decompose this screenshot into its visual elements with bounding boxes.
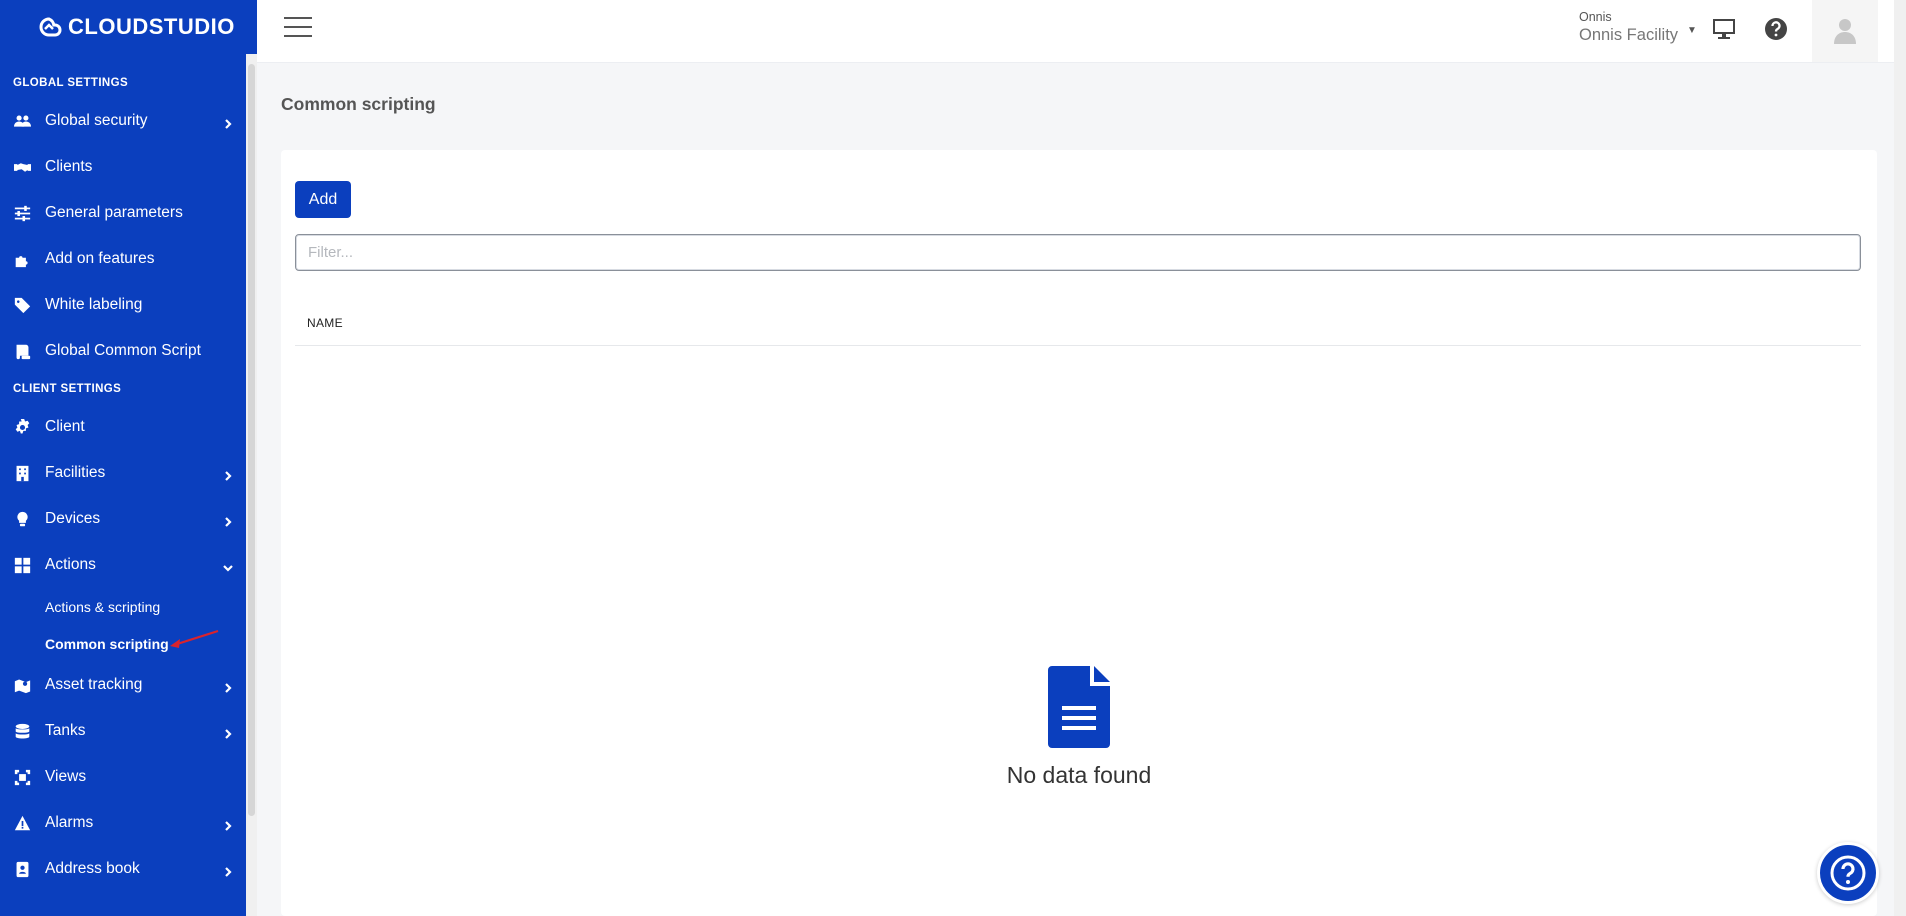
sidebar-item-asset-tracking[interactable]: Asset tracking	[0, 662, 257, 708]
sidebar-item-label: General parameters	[45, 204, 183, 221]
sidebar-item-devices[interactable]: Devices	[0, 496, 257, 542]
map-icon	[12, 675, 32, 695]
client-settings-title: CLIENT SETTINGS	[13, 383, 122, 395]
brand-logo[interactable]: CLOUDSTUDIO	[0, 0, 257, 54]
chevron-right-icon	[223, 514, 233, 527]
sidebar-item-tanks[interactable]: Tanks	[0, 708, 257, 754]
global-settings-title: GLOBAL SETTINGS	[13, 77, 129, 89]
handshake-icon	[12, 157, 32, 177]
filter-input[interactable]	[295, 234, 1861, 271]
chevron-right-icon	[223, 726, 233, 739]
sidebar-item-label: Global Common Script	[45, 342, 201, 359]
sidebar-item-label: Devices	[45, 510, 101, 527]
brand-name: CLOUDSTUDIO	[68, 14, 235, 39]
monitor-icon[interactable]	[1711, 16, 1737, 42]
empty-state: No data found	[281, 666, 1877, 789]
document-icon	[1048, 666, 1110, 748]
organization-selector[interactable]: Onnis Onnis Facility ▼	[1579, 10, 1697, 45]
sidebar-subitem-label: Actions & scripting	[45, 598, 161, 615]
sidebar-item-label: Tanks	[45, 722, 86, 739]
chevron-down-icon	[223, 560, 233, 572]
sidebar-item-clients[interactable]: Clients	[0, 144, 257, 190]
question-icon	[1830, 855, 1866, 891]
sidebar-item-global-common-script[interactable]: Global Common Script	[0, 328, 257, 374]
red-arrow-icon	[170, 629, 219, 648]
content-card: Add NAME No data found	[281, 150, 1877, 916]
sidebar-item-label: White labeling	[45, 296, 143, 313]
user-icon	[1834, 19, 1856, 44]
chevron-right-icon	[223, 818, 233, 831]
org-client-name: Onnis	[1579, 10, 1612, 24]
sidebar-item-label: Add on features	[45, 250, 155, 267]
chevron-right-icon	[223, 864, 233, 877]
sidebar-scrollbar[interactable]	[248, 64, 255, 816]
topbar: Onnis Onnis Facility ▼	[257, 0, 1906, 63]
chevron-right-icon	[223, 468, 233, 481]
cloud-logo-icon	[39, 17, 62, 37]
sidebar-item-add-on-features[interactable]: Add on features	[0, 236, 257, 282]
sidebar-item-label: Client	[45, 418, 85, 435]
sidebar-item-label: Alarms	[45, 814, 94, 831]
users-icon	[12, 111, 32, 131]
sidebar-item-address-book[interactable]: Address book	[0, 846, 257, 892]
sidebar-item-label: Asset tracking	[45, 676, 143, 693]
database-icon	[12, 721, 32, 741]
lightbulb-icon	[12, 509, 32, 529]
empty-state-text: No data found	[1006, 762, 1152, 788]
user-avatar[interactable]	[1812, 0, 1878, 62]
building-icon	[12, 463, 32, 483]
chevron-right-icon	[223, 116, 233, 129]
address-book-icon	[12, 859, 32, 879]
grid-icon	[12, 555, 32, 575]
sidebar-item-label: Global security	[45, 112, 148, 129]
topbar-scroll-gutter	[1894, 0, 1906, 62]
sidebar-subitem-common-scripting[interactable]: Common scripting	[0, 625, 257, 662]
gear-icon	[12, 417, 32, 437]
help-icon[interactable]	[1763, 16, 1789, 42]
sliders-icon	[12, 203, 32, 223]
sidebar-item-label: Actions	[45, 556, 96, 573]
page-title: Common scripting	[281, 94, 436, 114]
sidebar-subitem-actions-scripting[interactable]: Actions & scripting	[0, 588, 257, 625]
sidebar-item-facilities[interactable]: Facilities	[0, 450, 257, 496]
sidebar-item-views[interactable]: Views	[0, 754, 257, 800]
puzzle-icon	[12, 249, 32, 269]
frame-icon	[12, 767, 32, 787]
sidebar-item-general-parameters[interactable]: General parameters	[0, 190, 257, 236]
sidebar-item-global-security[interactable]: Global security	[0, 98, 257, 144]
column-header-name[interactable]: NAME	[295, 310, 1861, 346]
tag-icon	[12, 295, 32, 315]
sidebar-item-actions[interactable]: Actions	[0, 542, 257, 588]
page-scrollbar[interactable]	[1894, 62, 1906, 916]
scroll-icon	[12, 341, 32, 361]
sidebar-item-white-labeling[interactable]: White labeling	[0, 282, 257, 328]
hamburger-menu-icon[interactable]	[284, 17, 312, 39]
caret-down-icon: ▼	[1687, 25, 1697, 36]
sidebar-item-client[interactable]: Client	[0, 404, 257, 450]
sidebar-item-alarms[interactable]: Alarms	[0, 800, 257, 846]
sidebar-item-label: Clients	[45, 158, 93, 175]
sidebar-item-label: Address book	[45, 860, 140, 877]
org-facility-name: Onnis Facility	[1579, 26, 1679, 44]
warning-icon	[12, 813, 32, 833]
sidebar-subitem-label: Common scripting	[45, 635, 169, 652]
sidebar: CLOUDSTUDIO GLOBAL SETTINGS Global secur…	[0, 0, 257, 916]
sidebar-item-label: Views	[45, 768, 87, 785]
help-chat-button[interactable]	[1817, 842, 1879, 904]
chevron-right-icon	[223, 680, 233, 693]
sidebar-item-label: Facilities	[45, 464, 106, 481]
add-button[interactable]: Add	[295, 181, 351, 218]
